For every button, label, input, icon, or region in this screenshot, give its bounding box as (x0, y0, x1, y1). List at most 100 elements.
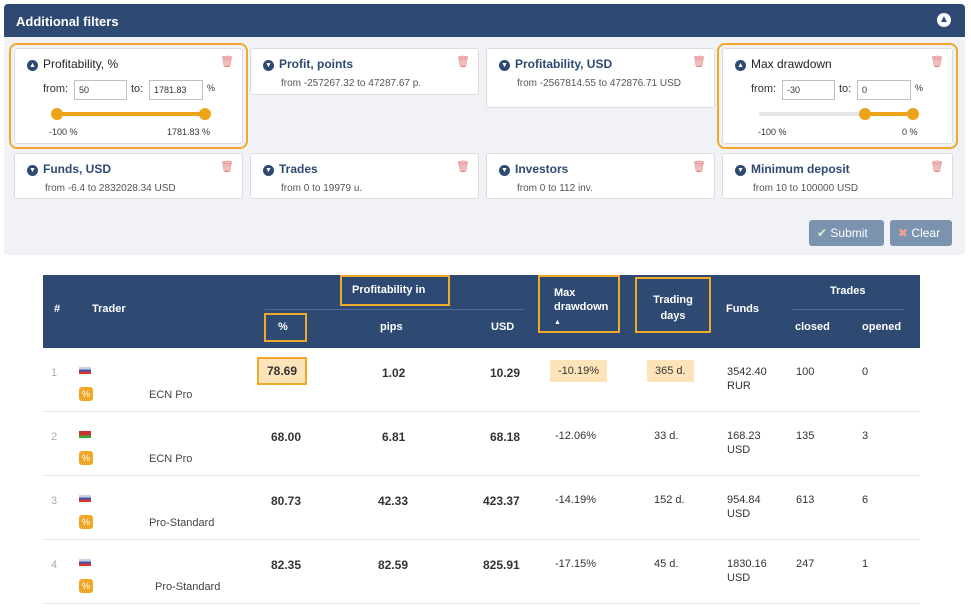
col-pips[interactable]: pips (380, 321, 403, 333)
from-input[interactable] (782, 80, 835, 100)
slider-low-handle[interactable] (859, 108, 871, 120)
profitability-pips: 82.59 (378, 558, 409, 572)
flag-icon (79, 367, 91, 374)
filter-range: from 0 to 19979 u. (281, 183, 363, 194)
chevron-up-icon[interactable]: ▲ (937, 13, 951, 27)
unit-label: % (915, 83, 924, 93)
chevron-down-icon[interactable]: ▼ (263, 60, 274, 71)
trading-days: 152 d. (654, 494, 685, 506)
trash-icon[interactable]: 🗑 (220, 160, 234, 173)
to-input[interactable] (857, 80, 911, 100)
col-usd[interactable]: USD (491, 321, 514, 333)
profitability-pips: 42.33 (378, 494, 409, 508)
trash-icon[interactable]: 🗑 (692, 55, 706, 68)
profitability-pips: 1.02 (382, 366, 406, 380)
profitability-usd: 825.91 (483, 558, 520, 572)
slider-low-handle[interactable] (51, 108, 63, 120)
trash-icon[interactable]: 🗑 (930, 55, 944, 68)
row-num: 4 (51, 559, 58, 571)
clear-button[interactable]: ✖ Clear (890, 220, 952, 246)
trades-closed: 613 (796, 494, 815, 506)
filter-title: Profitability, % (43, 57, 119, 71)
col-funds[interactable]: Funds (726, 303, 759, 315)
col-pct[interactable]: % (264, 313, 307, 342)
filter-range: from 10 to 100000 USD (753, 183, 859, 194)
chevron-down-icon[interactable]: ▼ (263, 165, 274, 176)
flag-icon (79, 495, 91, 502)
to-label: to: (131, 83, 144, 95)
col-closed[interactable]: closed (795, 321, 830, 333)
trades-opened: 1 (862, 558, 869, 570)
max-label: 0 % (902, 127, 918, 137)
filter-profit-points[interactable]: ▼ Profit, points 🗑 from -257267.32 to 472… (250, 48, 479, 95)
trades-opened: 3 (862, 430, 869, 442)
table-row[interactable]: 2 % ECN Pro 68.00 6.81 68.18 -12.06% 33 … (43, 412, 920, 476)
slider-high-handle[interactable] (199, 108, 211, 120)
filter-title: Profitability, USD (515, 57, 613, 71)
table-header: # Trader Profitability in % pips USD Max… (43, 275, 920, 348)
col-num: # (54, 303, 61, 315)
from-input[interactable] (74, 80, 127, 100)
chevron-down-icon[interactable]: ▼ (735, 165, 746, 176)
filter-range: from -257267.32 to 47287.67 p. (281, 78, 422, 89)
col-trades: Trades (830, 285, 866, 297)
header-divider (791, 309, 904, 310)
col-trading-days[interactable]: Trading days (635, 277, 711, 333)
chevron-down-icon[interactable]: ▼ (499, 60, 510, 71)
trading-days: 365 d. (647, 360, 694, 382)
trash-icon[interactable]: 🗑 (220, 55, 234, 68)
col-opened[interactable]: opened (862, 321, 901, 333)
filter-range: from -2567814.55 to 472876.71 USD (517, 78, 681, 89)
slider-fill (865, 112, 913, 116)
panel-title: Additional filters (16, 14, 119, 29)
profitability-pips: 6.81 (382, 430, 406, 444)
flag-icon (79, 431, 91, 438)
trash-icon[interactable]: 🗑 (930, 160, 944, 173)
percent-icon: % (79, 515, 93, 529)
col-trader[interactable]: Trader (92, 303, 126, 315)
col-profitability-in: Profitability in (340, 275, 450, 306)
chevron-up-icon[interactable]: ▲ (27, 60, 38, 71)
filter-funds[interactable]: ▼ Funds, USD 🗑 from -6.4 to 2832028.34 US… (14, 153, 243, 199)
col-max-drawdown[interactable]: Max drawdown ▲ (538, 275, 620, 333)
to-label: to: (839, 83, 852, 95)
row-num: 2 (51, 431, 58, 443)
profitability-pct: 68.00 (271, 430, 302, 444)
filter-profitability-usd[interactable]: ▼ Profitability, USD 🗑 from -2567814.55 t… (486, 48, 715, 108)
funds-currency: RUR (727, 380, 751, 392)
table-row[interactable]: 3 % Pro-Standard 80.73 42.33 423.37 -14.… (43, 476, 920, 540)
trash-icon[interactable]: 🗑 (456, 160, 470, 173)
funds-currency: USD (727, 444, 751, 456)
check-icon: ✔ (817, 226, 828, 240)
min-label: -100 % (49, 127, 78, 137)
range-slider[interactable] (51, 108, 211, 120)
filters-panel-header: Additional filters ▲ (4, 4, 965, 37)
trash-icon[interactable]: 🗑 (692, 160, 706, 173)
chevron-down-icon[interactable]: ▼ (499, 165, 510, 176)
filter-trades[interactable]: ▼ Trades 🗑 from 0 to 19979 u. (250, 153, 479, 199)
funds-amount: 954.84 (727, 494, 761, 506)
trading-days: 33 d. (654, 430, 679, 442)
max-drawdown: -12.06% (555, 430, 596, 442)
chevron-down-icon[interactable]: ▼ (27, 165, 38, 176)
funds-currency: USD (727, 572, 751, 584)
submit-button[interactable]: ✔ Submit (809, 220, 884, 246)
funds-amount: 168.23 (727, 430, 761, 442)
close-icon: ✖ (898, 226, 909, 240)
filter-title: Funds, USD (43, 162, 111, 176)
table-row[interactable]: 4 % Pro-Standard 82.35 82.59 825.91 -17.… (43, 540, 920, 604)
range-slider[interactable] (759, 108, 919, 120)
trash-icon[interactable]: 🗑 (456, 55, 470, 68)
filter-title: Minimum deposit (751, 162, 850, 176)
slider-high-handle[interactable] (907, 108, 919, 120)
trades-opened: 0 (862, 366, 869, 378)
profitability-pct: 80.73 (271, 494, 302, 508)
filter-minimum-deposit[interactable]: ▼ Minimum deposit 🗑 from 10 to 100000 USD (722, 153, 953, 199)
trades-closed: 100 (796, 366, 815, 378)
filter-investors[interactable]: ▼ Investors 🗑 from 0 to 112 inv. (486, 153, 715, 199)
table-row[interactable]: 1 % ECN Pro 78.69 1.02 10.29 -10.19% 365… (43, 348, 920, 412)
percent-icon: % (79, 387, 93, 401)
chevron-up-icon[interactable]: ▲ (735, 60, 746, 71)
funds-amount: 1830.16 (727, 558, 767, 570)
to-input[interactable] (149, 80, 203, 100)
